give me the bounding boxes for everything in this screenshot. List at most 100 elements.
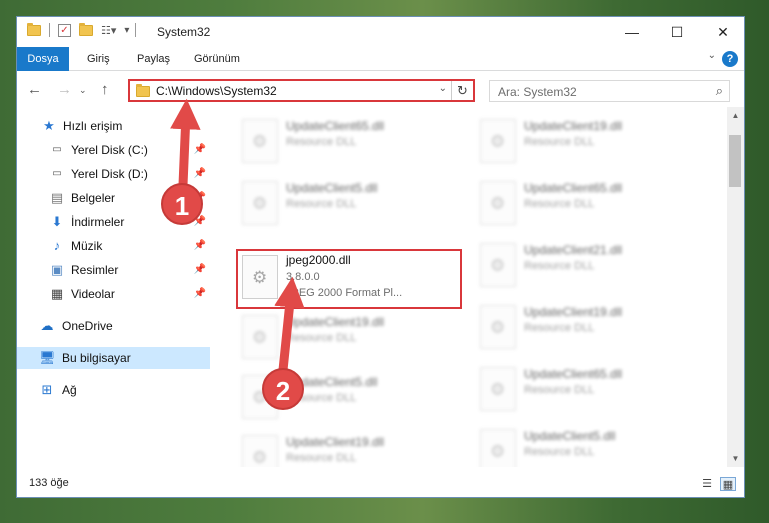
sidebar-item-label: Ağ: [62, 383, 77, 397]
drive-icon: ▭: [52, 144, 62, 155]
search-placeholder: Ara: System32: [498, 85, 577, 99]
file-item[interactable]: UpdateClient5.dll Resource DLL: [242, 179, 462, 231]
sidebar-item-disk-c[interactable]: ▭ Yerel Disk (C:) 📌: [17, 139, 210, 161]
sidebar-item-network[interactable]: ⊞ Ağ: [17, 379, 210, 401]
highlight-box: [236, 249, 462, 309]
file-list: UpdateClient65.dll Resource DLL UpdateCl…: [222, 107, 727, 467]
dll-file-icon: [480, 243, 516, 287]
file-name: UpdateClient5.dll: [286, 181, 378, 195]
file-item[interactable]: UpdateClient5.dll Resource DLL: [480, 427, 700, 467]
pin-icon: 📌: [193, 264, 206, 275]
scroll-up-icon[interactable]: ▲: [727, 107, 744, 124]
explorer-window: ✓ ☷▾ ▾ System32 — ☐ ✕ Dosya Giriş Paylaş…: [16, 16, 745, 498]
file-description: Resource DLL: [524, 384, 595, 396]
sidebar-item-label: Yerel Disk (C:): [71, 143, 148, 157]
download-icon: ⬇: [51, 214, 63, 229]
folder-icon: [136, 84, 150, 97]
file-item[interactable]: UpdateClient19.dll Resource DLL: [480, 303, 700, 355]
new-folder-icon[interactable]: [79, 22, 93, 36]
forward-button[interactable]: →: [57, 81, 72, 98]
dll-file-icon: [480, 429, 516, 467]
file-item[interactable]: UpdateClient65.dll Resource DLL: [480, 365, 700, 417]
step-2-marker: 2: [262, 368, 304, 410]
sidebar-item-quick-access[interactable]: ★ Hızlı erişim: [17, 115, 210, 137]
dll-file-icon: [480, 119, 516, 163]
search-input[interactable]: Ara: System32 ⌕: [489, 80, 730, 102]
pin-icon: 📌: [193, 240, 206, 251]
file-description: Resource DLL: [524, 322, 595, 334]
file-description: Resource DLL: [286, 136, 357, 148]
tab-home[interactable]: Giriş: [87, 47, 110, 71]
tab-share[interactable]: Paylaş: [137, 47, 170, 71]
sidebar-item-label: Resimler: [71, 263, 119, 277]
properties-icon[interactable]: ✓: [58, 23, 71, 37]
file-item[interactable]: UpdateClient21.dll Resource DLL: [480, 241, 700, 293]
dll-file-icon: [480, 367, 516, 411]
video-icon: ▦: [50, 286, 64, 301]
scroll-down-icon[interactable]: ▼: [727, 450, 744, 467]
dll-file-icon: [242, 181, 278, 225]
toolbar-divider: [49, 23, 50, 37]
address-bar[interactable]: C:\Windows\System32 ⌄ ↻: [128, 79, 475, 102]
close-button[interactable]: ✕: [700, 17, 744, 47]
dll-file-icon: [242, 315, 278, 359]
pictures-icon: ▣: [50, 262, 64, 277]
cloud-icon: ☁: [40, 318, 54, 333]
music-icon: ♪: [53, 238, 61, 253]
scrollbar-thumb[interactable]: [729, 135, 741, 187]
file-description: Resource DLL: [286, 332, 357, 344]
refresh-icon[interactable]: ↻: [451, 81, 473, 100]
item-count: 133 öğe: [29, 477, 69, 489]
help-icon[interactable]: ?: [722, 51, 738, 67]
sidebar-item-label: Yerel Disk (D:): [71, 167, 148, 181]
address-text: C:\Windows\System32: [156, 84, 277, 98]
file-description: Resource DLL: [286, 198, 357, 210]
pin-icon: 📌: [193, 288, 206, 299]
expand-ribbon-icon[interactable]: ⌄: [708, 50, 716, 61]
sidebar-item-videos[interactable]: ▦ Videolar 📌: [17, 283, 210, 305]
sidebar-item-label: Hızlı erişim: [63, 119, 123, 133]
file-name: UpdateClient21.dll: [524, 243, 623, 257]
tiles-view-icon[interactable]: ▦: [720, 477, 736, 491]
file-name: UpdateClient65.dll: [524, 181, 623, 195]
file-item[interactable]: UpdateClient65.dll Resource DLL: [480, 179, 700, 231]
vertical-scrollbar[interactable]: ▲ ▼: [727, 107, 744, 467]
sidebar-item-this-pc[interactable]: 🖥 Bu bilgisayar: [17, 347, 210, 369]
tab-file[interactable]: Dosya: [17, 47, 69, 71]
sidebar-item-label: OneDrive: [62, 319, 113, 333]
sidebar-item-music[interactable]: ♪ Müzik 📌: [17, 235, 210, 257]
customize-toolbar-icon[interactable]: ☷▾: [101, 24, 116, 37]
file-item[interactable]: UpdateClient19.dll Resource DLL: [480, 117, 700, 169]
file-name: UpdateClient65.dll: [524, 367, 623, 381]
file-item[interactable]: UpdateClient19.dll Resource DLL: [242, 313, 462, 365]
window-title: System32: [157, 25, 211, 39]
file-item[interactable]: UpdateClient19.dll Resource DLL: [242, 433, 462, 467]
back-button[interactable]: ←: [27, 81, 42, 98]
up-button[interactable]: ↑: [101, 81, 109, 98]
file-description: Resource DLL: [524, 198, 595, 210]
dropdown-arrow-icon[interactable]: ▾: [124, 25, 129, 36]
details-view-icon[interactable]: ☰: [699, 477, 715, 491]
ribbon-tabs: Dosya Giriş Paylaş Görünüm ⌄ ?: [17, 47, 744, 71]
tab-view[interactable]: Görünüm: [194, 47, 240, 71]
minimize-button[interactable]: —: [609, 17, 655, 47]
recent-locations-icon[interactable]: ⌄: [79, 85, 87, 96]
maximize-button[interactable]: ☐: [654, 17, 700, 47]
sidebar-item-label: Videolar: [71, 287, 115, 301]
file-item[interactable]: UpdateClient65.dll Resource DLL: [242, 117, 462, 169]
sidebar-item-onedrive[interactable]: ☁ OneDrive: [17, 315, 210, 337]
navigation-pane: ★ Hızlı erişim ▭ Yerel Disk (C:) 📌 ▭ Yer…: [17, 107, 212, 467]
search-icon[interactable]: ⌕: [716, 83, 723, 99]
file-name: UpdateClient5.dll: [524, 429, 616, 443]
star-icon: ★: [43, 118, 55, 133]
chevron-down-icon[interactable]: ⌄: [439, 83, 447, 94]
file-name: UpdateClient19.dll: [524, 305, 623, 319]
sidebar-item-label: Bu bilgisayar: [62, 351, 131, 365]
sidebar-item-label: İndirmeler: [71, 215, 125, 229]
status-bar: 133 öğe ☰ ▦: [17, 469, 744, 497]
sidebar-item-disk-d[interactable]: ▭ Yerel Disk (D:) 📌: [17, 163, 210, 185]
sidebar-item-pictures[interactable]: ▣ Resimler 📌: [17, 259, 210, 281]
file-description: Resource DLL: [524, 136, 595, 148]
file-description: Resource DLL: [524, 260, 595, 272]
toolbar-divider: [135, 23, 137, 37]
